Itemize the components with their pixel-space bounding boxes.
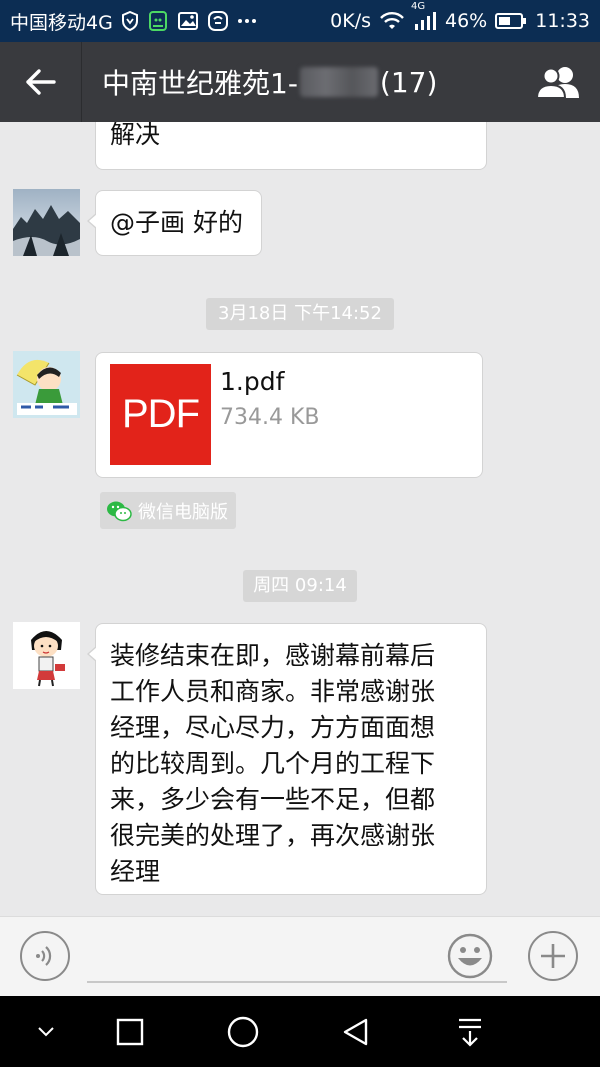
chevron-down-icon: [38, 1026, 54, 1036]
carrier-label: 中国移动4G: [10, 11, 113, 34]
timestamp-label: 3月18日 下午14:52: [218, 303, 382, 324]
back-nav-button[interactable]: [316, 996, 396, 1067]
pdf-file-icon: PDF: [110, 364, 211, 465]
chat-members-button[interactable]: [518, 42, 600, 122]
avatar[interactable]: [13, 351, 80, 418]
network-type-label: 4G: [411, 1, 426, 12]
more-notifications-icon: [237, 18, 257, 24]
triangle-back-icon: [343, 1018, 368, 1045]
avatar[interactable]: [13, 622, 80, 689]
image-notification-icon: [177, 11, 199, 31]
avatar[interactable]: [13, 189, 80, 256]
file-size: 734.4 KB: [220, 405, 320, 430]
battery-icon: [495, 12, 527, 30]
clock-label: 11:33: [535, 10, 590, 32]
message-bubble[interactable]: 装修结束在即，感谢幕前幕后 工作人员和商家。非常感谢张 经理，尽心尽力，方方面面…: [87, 623, 487, 895]
message-text: 装修结束在即，感谢幕前幕后 工作人员和商家。非常感谢张 经理，尽心尽力，方方面面…: [110, 638, 472, 890]
plus-icon: [541, 944, 565, 968]
circle-icon: [227, 1016, 259, 1047]
battery-percent-label: 46%: [445, 10, 488, 32]
voice-icon: [36, 946, 52, 966]
home-button[interactable]: [203, 996, 283, 1067]
timestamp-divider: 周四 09:14: [243, 570, 357, 602]
message-input-bar: [0, 916, 600, 996]
shield-vpn-icon: [121, 11, 139, 31]
app-notification-icon: [207, 10, 229, 32]
message-line: 装修结束在即，感谢幕前幕后: [110, 641, 436, 670]
message-list[interactable]: 解决 @子画 好的 3月18日 下午14:52 PDF 1.pdf 734.4 …: [0, 122, 600, 916]
message-text: @子画 好的: [110, 208, 243, 237]
square-icon: [116, 1018, 144, 1045]
emoji-button[interactable]: [445, 931, 495, 981]
message-line: 的比较周到。几个月的工程下: [110, 749, 436, 778]
redacted-text: [299, 67, 378, 97]
chat-title: 中南世纪雅苑1- (17): [102, 62, 437, 102]
signal-icon: 4G: [411, 1, 437, 31]
message-line: 经理: [110, 857, 161, 886]
wifi-icon: [379, 11, 405, 31]
group-members-icon: [535, 67, 579, 99]
back-button[interactable]: [0, 42, 82, 122]
system-navigation-bar: [0, 996, 600, 1067]
notification-shade-button[interactable]: [430, 996, 510, 1067]
chat-header: 中南世纪雅苑1- (17): [0, 42, 600, 122]
status-bar: 中国移动4G 0K/s 4G 46% 11:33: [0, 0, 600, 42]
message-line: 来，多少会有一些不足，但都: [110, 785, 436, 814]
wechat-icon: [107, 501, 132, 521]
file-name: 1.pdf: [220, 367, 285, 396]
hide-nav-button[interactable]: [6, 996, 86, 1067]
wechat-notification-icon: [147, 10, 169, 32]
message-line: 很完美的处理了，再次感谢张: [110, 821, 436, 850]
message-input[interactable]: [87, 935, 507, 983]
pull-down-icon: [459, 1018, 481, 1047]
network-speed-label: 0K/s: [330, 10, 371, 32]
timestamp-divider: 3月18日 下午14:52: [206, 298, 394, 330]
chat-title-prefix: 中南世纪雅苑1-: [102, 67, 298, 100]
emoji-icon: [447, 933, 493, 979]
message-line: 工作人员和商家。非常感谢张: [110, 677, 436, 706]
pdf-icon-label: PDF: [122, 392, 200, 436]
message-source-tag[interactable]: 微信电脑版: [100, 492, 236, 529]
file-message-bubble[interactable]: PDF 1.pdf 734.4 KB: [95, 352, 483, 478]
voice-input-button[interactable]: [20, 931, 70, 981]
message-line: 经理，尽心尽力，方方面面想: [110, 713, 436, 742]
back-arrow-icon: [25, 69, 56, 95]
message-text: 解决: [110, 122, 161, 149]
member-count: (17): [379, 65, 438, 99]
source-label: 微信电脑版: [138, 501, 228, 523]
recent-apps-button[interactable]: [90, 996, 170, 1067]
message-bubble[interactable]: 解决: [95, 122, 487, 170]
message-bubble[interactable]: @子画 好的: [87, 190, 262, 256]
timestamp-label: 周四 09:14: [253, 575, 347, 596]
more-actions-button[interactable]: [528, 931, 578, 981]
